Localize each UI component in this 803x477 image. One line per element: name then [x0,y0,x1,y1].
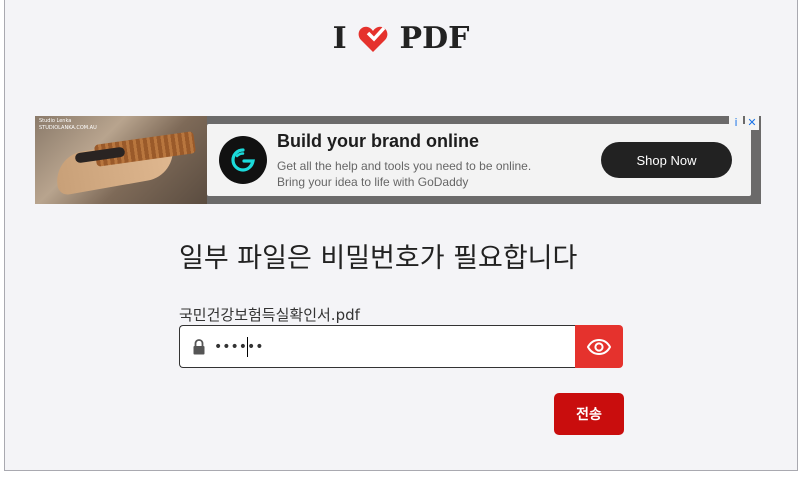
logo-text-pdf: PDF [399,21,470,56]
password-field[interactable] [179,325,575,368]
submit-button[interactable]: 전송 [554,393,624,435]
ad-title: Build your brand online [277,131,479,151]
godaddy-logo-icon [219,136,267,184]
ad-photo[interactable]: Studio Lenka STUDIOLANKA.COM.AU [35,116,207,204]
text-caret [247,337,248,357]
ad-card[interactable]: Build your brand online Get all the help… [207,124,751,196]
godaddy-g-icon [231,148,255,172]
ad-choices: i ✕ [729,116,759,130]
ad-description: Get all the help and tools you need to b… [277,158,531,190]
password-input[interactable] [214,332,554,362]
ad-photo-caption-line1: Studio Lenka [39,118,72,124]
advertisement-banner[interactable]: Studio Lenka STUDIOLANKA.COM.AU Build yo… [35,116,761,204]
ad-description-line2: Bring your idea to life with GoDaddy [277,175,469,189]
heart-check-icon [358,26,388,52]
logo-text-i: I [332,21,347,56]
ilovepdf-logo[interactable]: I PDF [5,20,797,57]
ad-close-icon[interactable]: ✕ [745,116,759,130]
ad-shop-now-button[interactable]: Shop Now [601,142,732,178]
page-heading: 일부 파일은 비밀번호가 필요합니다 [179,243,578,274]
file-name-label: 국민건강보험득실확인서.pdf [179,306,360,324]
ad-description-line1: Get all the help and tools you need to b… [277,159,532,173]
ad-photo-caption: Studio Lenka STUDIOLANKA.COM.AU [39,118,97,132]
lock-icon [193,339,205,355]
page-frame: I PDF Studio Lenka STUDIOLANKA.COM.AU Bu… [4,0,798,471]
eye-icon [587,338,611,355]
ad-photo-caption-line2: STUDIOLANKA.COM.AU [39,125,97,131]
ad-info-icon[interactable]: i [729,116,743,130]
show-password-button[interactable] [575,325,623,368]
password-field-group [179,325,623,368]
